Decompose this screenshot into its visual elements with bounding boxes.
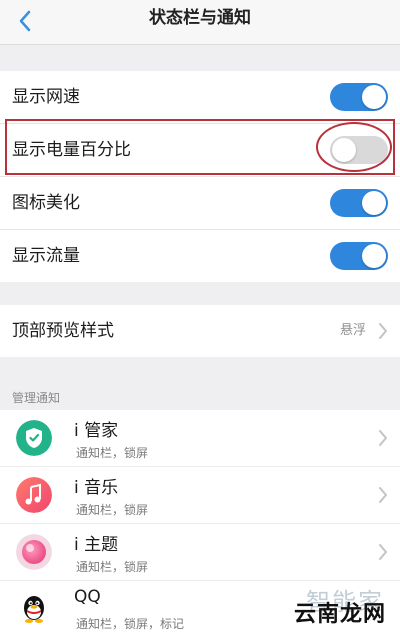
shield-icon — [16, 420, 52, 456]
data-usage-switch[interactable] — [330, 242, 388, 270]
preview-group: 顶部预览样式 悬浮 — [0, 305, 400, 357]
chevron-right-icon — [379, 430, 387, 446]
page-title: 状态栏与通知 — [149, 8, 251, 28]
toggle-row-icon-beautify[interactable]: 图标美化 — [0, 177, 400, 230]
app-row-i-music[interactable]: i 音乐 通知栏，锁屏 — [0, 467, 400, 524]
row-label: 显示流量 — [12, 246, 80, 266]
watermark-bottom-text: 云南龙网 — [293, 602, 386, 627]
app-subtitle: 通知栏，锁屏 — [76, 560, 149, 574]
app-subtitle: 通知栏，锁屏，标记 — [76, 617, 185, 631]
app-name: i 主题 — [74, 535, 119, 555]
toggle-group: 显示网速 显示电量百分比 图标美化 显示流量 — [0, 71, 400, 282]
annotation-highlight-ellipse — [316, 122, 392, 172]
watermark: 智能家 云南龙网 — [272, 578, 392, 628]
row-label: 显示网速 — [12, 87, 80, 107]
app-name: QQ — [74, 587, 101, 607]
app-subtitle: 通知栏，锁屏 — [76, 446, 149, 460]
icon-beautify-switch[interactable] — [330, 189, 388, 217]
qq-penguin-icon — [24, 596, 44, 623]
theme-icon — [16, 534, 52, 570]
section-title: 管理通知 — [12, 391, 61, 405]
switch-knob — [362, 85, 386, 109]
chevron-right-icon — [379, 323, 387, 339]
nav-header: 状态栏与通知 — [0, 0, 400, 45]
toggle-row-data-usage[interactable]: 显示流量 — [0, 230, 400, 282]
music-note-icon — [16, 477, 52, 513]
row-label: 图标美化 — [12, 193, 80, 213]
switch-knob — [362, 244, 386, 268]
preview-style-value: 悬浮 — [339, 323, 366, 338]
app-subtitle: 通知栏，锁屏 — [76, 503, 149, 517]
chevron-right-icon — [379, 544, 387, 560]
switch-knob — [362, 191, 386, 215]
preview-style-row[interactable]: 顶部预览样式 悬浮 — [0, 305, 400, 357]
row-label: 顶部预览样式 — [12, 321, 114, 341]
app-name: i 音乐 — [74, 478, 119, 498]
app-row-i-theme[interactable]: i 主题 通知栏，锁屏 — [0, 524, 400, 581]
app-row-i-manager[interactable]: i 管家 通知栏，锁屏 — [0, 410, 400, 467]
app-name: i 管家 — [74, 421, 119, 441]
chevron-right-icon — [379, 487, 387, 503]
toggle-row-network-speed[interactable]: 显示网速 — [0, 71, 400, 124]
network-speed-switch[interactable] — [330, 83, 388, 111]
